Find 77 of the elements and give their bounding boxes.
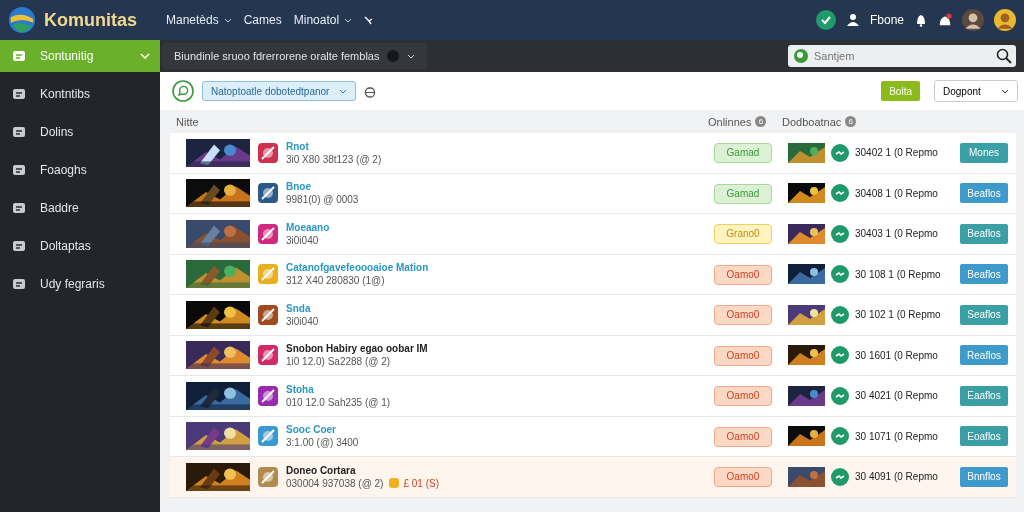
bell-icon[interactable] xyxy=(914,13,928,27)
brand-name: Komunitas xyxy=(44,9,137,31)
status-pill: Grano0 xyxy=(714,224,772,245)
table-row[interactable]: Doneo Cortara 030004 937038 (@ 2) £ 01 (S) Oamo0 30 4091 (0 Repmo Bnnflos xyxy=(170,457,1016,498)
wrench-icon[interactable] xyxy=(364,15,375,25)
caret-icon xyxy=(339,88,348,94)
avatar[interactable] xyxy=(962,9,984,31)
item-meta: 3:1.00 (@) 3400 xyxy=(286,437,359,449)
status-pill: Oamo0 xyxy=(714,467,772,488)
item-meta: 312 X40 280830 (1@) xyxy=(286,275,385,287)
globe-logo-icon xyxy=(8,6,36,34)
menu-item-icon xyxy=(12,49,26,63)
status-pill: Oamo0 xyxy=(714,426,772,447)
status-pill: Oamo0 xyxy=(714,264,772,285)
scope-dropdown[interactable]: Biundinle sruoo fdrerrorene oralte femblas xyxy=(162,43,428,69)
sidebar-item[interactable]: Foaoghs xyxy=(0,154,160,186)
item-meta: 3i0i040 xyxy=(286,234,319,246)
count-badge: 6 xyxy=(755,116,767,127)
avatar[interactable] xyxy=(994,9,1016,31)
menu-item-icon xyxy=(12,163,26,177)
item-title: Snobon Habiry egao oobar IM xyxy=(286,343,428,355)
nav-link[interactable]: Cames xyxy=(243,13,282,27)
sidebar-item[interactable]: Udy fegraris xyxy=(0,268,160,300)
filter-dropdown[interactable]: Natoptoatle dobotedtpanor xyxy=(202,81,357,101)
leaf-icon xyxy=(794,49,808,63)
menu-item-icon xyxy=(12,201,26,215)
chat-icon[interactable] xyxy=(172,80,194,102)
column-header[interactable]: Onlinnes xyxy=(708,115,752,128)
item-meta: 030004 937038 (@ 2) xyxy=(286,477,384,489)
detail-text: 30 1071 (0 Repmo xyxy=(855,430,938,442)
sort-dropdown[interactable]: Dogpont xyxy=(934,80,1018,102)
detail-text: 30 108 1 (0 Repmo xyxy=(855,268,941,280)
count-badge: 6 xyxy=(845,116,857,127)
caret-icon xyxy=(223,17,232,23)
menu-item-icon xyxy=(12,87,26,101)
detail-text: 30403 1 (0 Repmo xyxy=(855,228,938,240)
info-icon xyxy=(387,50,400,62)
detail-text: 30 1601 (0 Repmo xyxy=(855,349,938,361)
item-meta: 9981(0) @ 0003 xyxy=(286,194,359,206)
column-header[interactable]: Nitte xyxy=(170,115,708,128)
item-meta: 010 12.0 Sah235 (@ 1) xyxy=(286,396,391,408)
item-meta: 1i0 12.0) Sa2288 (@ 2) xyxy=(286,356,391,368)
item-meta: 3i0 X80 38t123 (@ 2) xyxy=(286,153,382,165)
detail-text: 30 102 1 (0 Repmo xyxy=(855,309,941,321)
coin-icon xyxy=(389,478,400,489)
detail-text: 30408 1 (0 Repmo xyxy=(855,187,938,199)
status-pill: Oamo0 xyxy=(714,345,772,366)
user-icon[interactable] xyxy=(845,13,860,27)
menu-item-icon xyxy=(12,239,26,253)
sidebar-item[interactable]: Kontntibs xyxy=(0,78,160,110)
badge-text: £ 01 (S) xyxy=(403,477,440,489)
status-pill: Oamo0 xyxy=(714,305,772,326)
menu-item-icon xyxy=(12,277,26,291)
user-name[interactable]: Fbone xyxy=(869,13,904,27)
status-pill: Gamad xyxy=(714,183,772,204)
caret-icon xyxy=(407,53,416,59)
search-icon[interactable] xyxy=(996,48,1012,64)
nav-link[interactable]: Manetèds xyxy=(166,13,232,27)
sidebar-item[interactable]: Doltaptas xyxy=(0,230,160,262)
caret-icon xyxy=(344,17,353,23)
item-title: Doneo Cortara xyxy=(286,464,357,476)
search-field[interactable]: Santjem xyxy=(788,45,1016,67)
sidebar-item[interactable]: Dolins xyxy=(0,116,160,148)
status-pill: Oamo0 xyxy=(714,386,772,407)
status-pill: Gamad xyxy=(714,143,772,164)
sidebar-item[interactable]: Baddre xyxy=(0,192,160,224)
column-header[interactable]: Dodboatnac xyxy=(782,115,842,128)
table-row[interactable]: Snobon Habiry egao oobar IM 1i0 12.0) Sa2288 (@ 2) Oamo0 30 1601 (0 Repmo Reaflos xyxy=(170,335,1016,376)
caret-icon xyxy=(1001,88,1009,94)
detail-text: 30402 1 (0 Repmo xyxy=(855,147,938,159)
item-meta: 3i0i040 xyxy=(286,315,319,327)
chevron-icon xyxy=(140,53,150,59)
notification-icon[interactable] xyxy=(938,13,952,27)
detail-text: 30 4091 (0 Repmo xyxy=(855,471,938,483)
menu-item-icon xyxy=(12,125,26,139)
detail-text: 30 4021 (0 Repmo xyxy=(855,390,938,402)
nav-link[interactable]: Minoatol xyxy=(293,13,353,27)
